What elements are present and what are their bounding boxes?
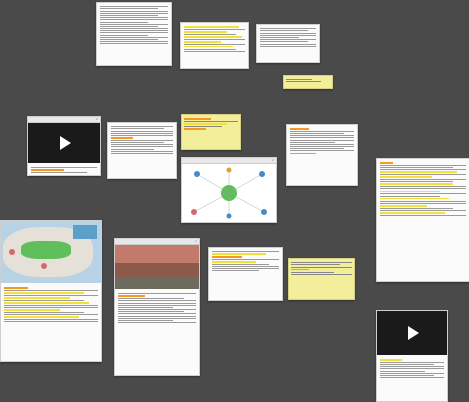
sticky-note-3[interactable] [288,258,355,300]
document-card-3[interactable] [256,24,320,63]
photo-card[interactable]: × [114,238,200,376]
sticky-note-1[interactable] [283,75,333,89]
right-video-card[interactable] [376,310,448,402]
document-card-5[interactable] [286,124,358,186]
document-card-1[interactable] [96,2,172,66]
map-card[interactable] [0,220,102,362]
video-player[interactable] [28,123,100,163]
document-card-6[interactable] [208,247,283,301]
video-player[interactable] [377,311,447,355]
close-icon[interactable]: × [194,240,197,243]
diagram-card[interactable]: × [181,157,277,223]
video-card[interactable]: × [27,116,101,176]
close-icon[interactable]: × [95,118,98,121]
document-card-4[interactable] [107,122,177,179]
close-icon[interactable]: × [271,159,274,162]
play-icon[interactable] [408,326,419,340]
document-card-2[interactable] [180,22,249,69]
photo-image [115,245,199,289]
play-icon[interactable] [60,136,71,150]
sticky-note-2[interactable] [181,114,241,150]
map-image [1,221,101,283]
network-diagram [182,164,276,222]
document-card-7[interactable] [376,158,469,282]
